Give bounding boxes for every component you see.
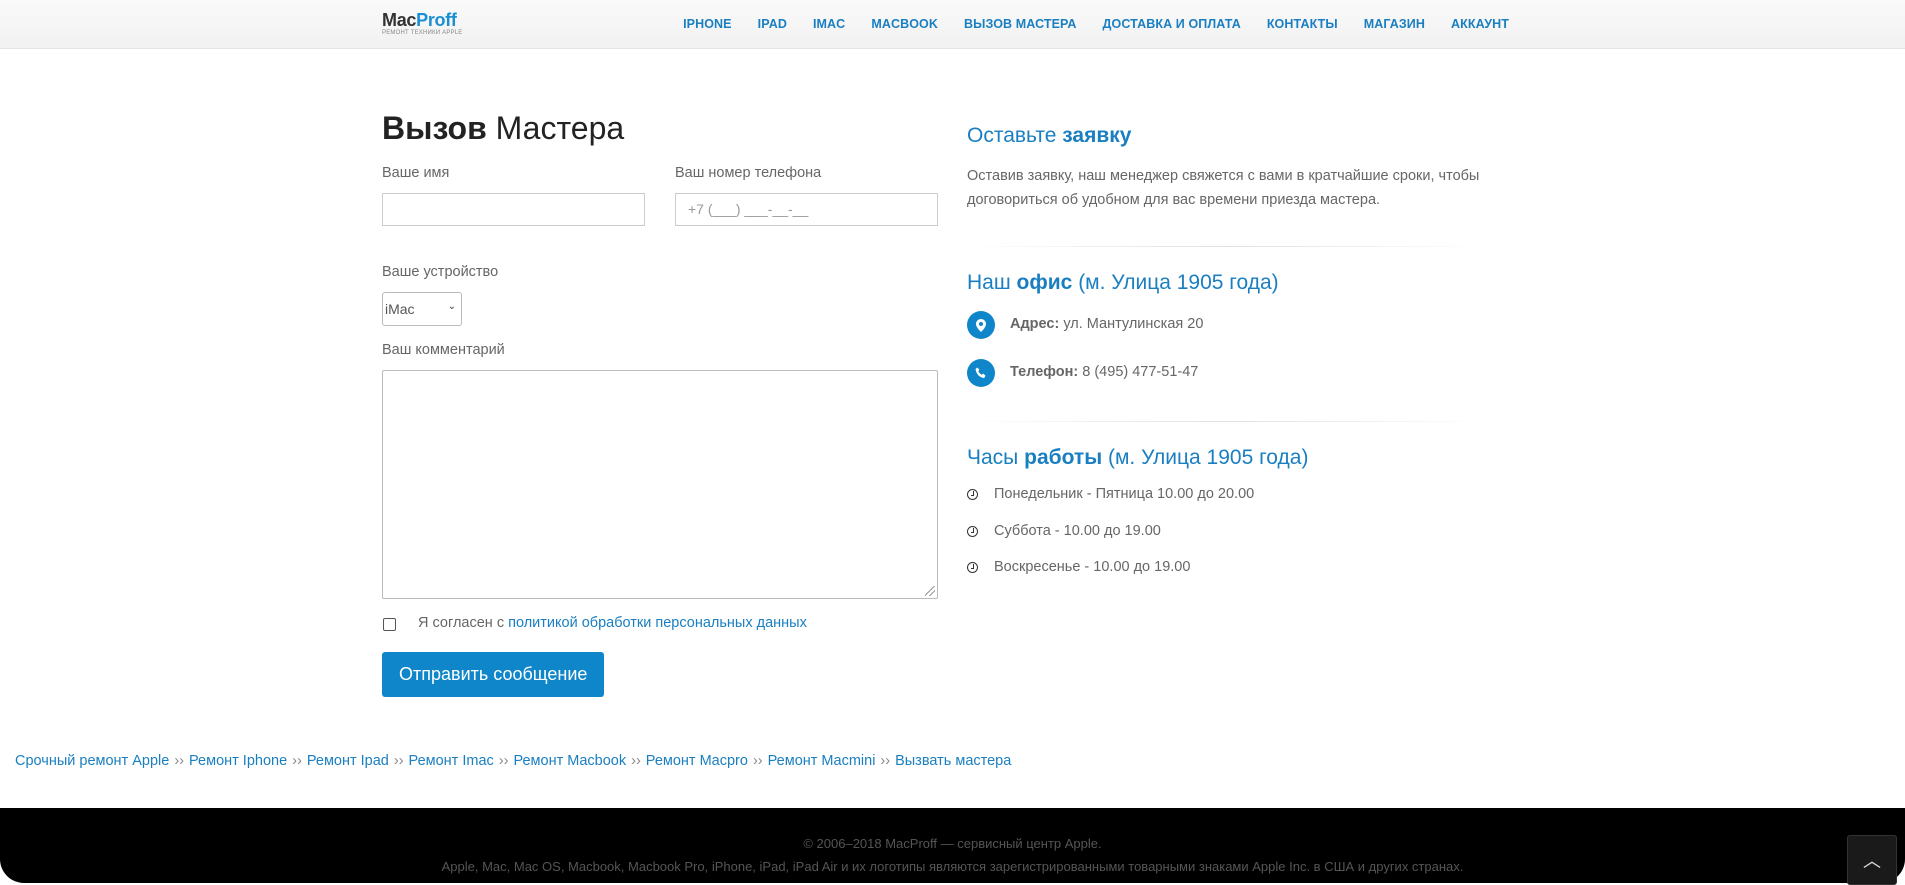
breadcrumb-link[interactable]: Ремонт Ipad bbox=[307, 753, 389, 769]
nav-call-master[interactable]: ВЫЗОВ МАСТЕРА bbox=[964, 17, 1077, 31]
page-title: Вызов Мастера bbox=[382, 110, 625, 146]
agree-checkbox[interactable] bbox=[383, 618, 396, 631]
site-header: MacProff РЕМОНТ ТЕХНИКИ APPLE IPHONE IPA… bbox=[0, 0, 1905, 49]
request-text: Оставив заявку, наш менеджер свяжется с … bbox=[967, 168, 1480, 208]
main-nav: IPHONE IPAD IMAC MACBOOK ВЫЗОВ МАСТЕРА Д… bbox=[683, 17, 1509, 31]
nav-ipad[interactable]: IPAD bbox=[758, 17, 787, 31]
map-marker-icon bbox=[967, 311, 995, 339]
agree-text: Я согласен с политикой обработки персона… bbox=[418, 615, 807, 631]
breadcrumb-separator: ›› bbox=[631, 753, 641, 769]
breadcrumb-link[interactable]: Ремонт Macpro bbox=[646, 753, 748, 769]
hours-heading: Часы работы (м. Улица 1905 года) bbox=[967, 446, 1309, 469]
phone-icon bbox=[967, 359, 995, 387]
device-label: Ваше устройство bbox=[382, 264, 499, 280]
clock-icon bbox=[967, 562, 978, 573]
breadcrumb-link[interactable]: Ремонт Iphone bbox=[189, 753, 287, 769]
nav-account[interactable]: АККАУНТ bbox=[1451, 17, 1509, 31]
phone-label: Ваш номер телефона bbox=[675, 165, 822, 181]
nav-shop[interactable]: МАГАЗИН bbox=[1364, 17, 1425, 31]
address-line: Адрес: ул. Мантулинская 20 bbox=[1010, 316, 1204, 332]
copyright: © 2006–2018 MacProff — сервисный центр A… bbox=[803, 836, 1102, 851]
breadcrumb-separator: ›› bbox=[292, 753, 302, 769]
nav-macbook[interactable]: MACBOOK bbox=[871, 17, 938, 31]
nav-iphone[interactable]: IPHONE bbox=[683, 17, 732, 31]
breadcrumb-link[interactable]: Ремонт Macmini bbox=[768, 753, 876, 769]
resize-handle-icon[interactable] bbox=[925, 586, 935, 596]
clock-icon bbox=[967, 489, 978, 500]
breadcrumb-separator: ›› bbox=[498, 753, 509, 769]
hours-weekdays: Понедельник - Пятница 10.00 до 20.00 bbox=[994, 486, 1255, 502]
phone-line: Телефон: 8 (495) 477-51-47 bbox=[1010, 364, 1199, 380]
comment-label: Ваш комментарий bbox=[382, 342, 505, 358]
divider bbox=[967, 246, 1487, 247]
phone-input[interactable]: +7 (___) ___-__-__ bbox=[675, 193, 938, 226]
privacy-policy-link[interactable]: политикой обработки персональных данных bbox=[508, 615, 807, 631]
logo-tagline: РЕМОНТ ТЕХНИКИ APPLE bbox=[382, 30, 463, 36]
hours-sunday: Воскресенье - 10.00 до 19.00 bbox=[994, 559, 1191, 575]
comment-textarea[interactable] bbox=[382, 370, 938, 599]
call-master-form: Вызов Мастера bbox=[382, 108, 938, 148]
nav-imac[interactable]: IMAC bbox=[813, 17, 845, 31]
logo-text: MacProff bbox=[382, 10, 457, 30]
divider bbox=[967, 421, 1487, 422]
breadcrumb-separator: ›› bbox=[880, 753, 891, 769]
site-logo[interactable]: MacProff РЕМОНТ ТЕХНИКИ APPLE bbox=[382, 10, 462, 37]
breadcrumb-separator: ›› bbox=[752, 753, 763, 769]
agree-label: Я согласен с bbox=[418, 615, 505, 631]
breadcrumb-link[interactable]: Срочный ремонт Apple bbox=[15, 753, 169, 769]
nav-contacts[interactable]: КОНТАКТЫ bbox=[1267, 17, 1338, 31]
name-label: Ваше имя bbox=[382, 165, 450, 181]
trademark-notice: Apple, Mac, Mac OS, Macbook, Macbook Pro… bbox=[441, 859, 1464, 874]
scroll-to-top-button[interactable]: ︿ bbox=[1847, 835, 1897, 885]
breadcrumb-link[interactable]: Вызвать мастера bbox=[895, 753, 1011, 769]
submit-button[interactable]: Отправить сообщение bbox=[382, 652, 605, 697]
clock-icon bbox=[967, 526, 978, 537]
nav-delivery[interactable]: ДОСТАВКА И ОПЛАТА bbox=[1103, 17, 1241, 31]
breadcrumb-link[interactable]: Ремонт Imac bbox=[409, 753, 494, 769]
name-input[interactable] bbox=[382, 193, 645, 226]
device-select-value: iMac bbox=[385, 301, 415, 317]
breadcrumb-separator: ›› bbox=[393, 753, 404, 769]
chevron-up-icon: ︿ bbox=[1863, 851, 1881, 871]
chevron-down-icon: ⌄ bbox=[447, 301, 456, 312]
breadcrumb-link[interactable]: Ремонт Macbook bbox=[513, 753, 626, 769]
device-select[interactable]: iMac ⌄ bbox=[382, 292, 462, 326]
office-heading: Наш офис (м. Улица 1905 года) bbox=[967, 271, 1279, 294]
request-heading: Оставьте заявку bbox=[967, 124, 1132, 147]
site-footer: © 2006–2018 MacProff — сервисный центр A… bbox=[0, 808, 1905, 883]
breadcrumb-separator: ›› bbox=[174, 753, 184, 769]
hours-saturday: Суббота - 10.00 до 19.00 bbox=[994, 523, 1161, 539]
breadcrumb: Срочный ремонт Apple ›› Ремонт Iphone ›› Рем… bbox=[15, 753, 1011, 769]
